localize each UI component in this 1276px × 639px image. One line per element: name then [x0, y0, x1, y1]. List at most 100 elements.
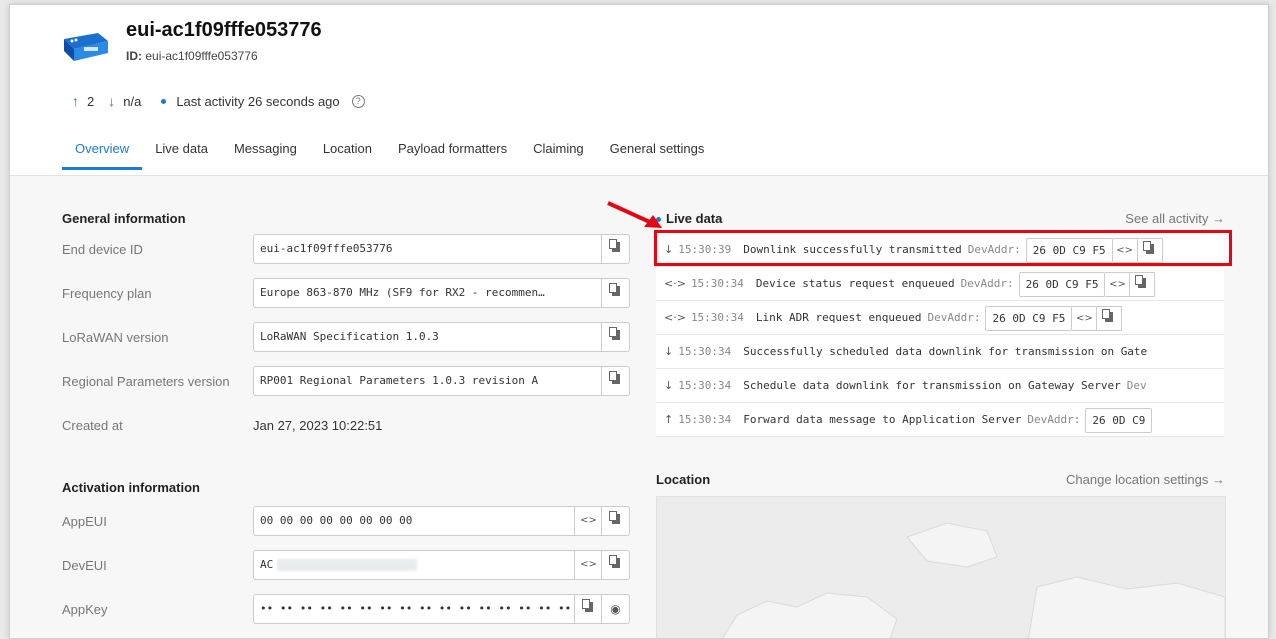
list-item[interactable]: ↑ 15:30:34 Forward data message to Applica… — [656, 403, 1224, 437]
event-message: Downlink successfully transmitted — [743, 243, 962, 256]
event-key: Dev — [1126, 379, 1147, 392]
appkey-value: •• •• •• •• •• •• •• •• •• •• •• •• •• •… — [260, 602, 572, 615]
event-key: DevAddr: — [1027, 413, 1081, 426]
list-item[interactable]: ↓ 15:30:34 Successfully scheduled data dow… — [656, 335, 1224, 369]
uplink-arrow-icon: ↑ — [664, 413, 674, 426]
end-device-id-value: eui-ac1f09fffe053776 — [260, 242, 393, 255]
app-window: eui-ac1f09fffe053776 ID: eui-ac1f09fffe0… — [9, 4, 1269, 639]
downlink-count: n/a — [123, 93, 142, 109]
regional-params-label: Regional Parameters version — [62, 374, 230, 389]
tab-live-data[interactable]: Live data — [142, 141, 221, 170]
end-device-id-field: eui-ac1f09fffe053776 — [253, 234, 630, 264]
downlink-arrow-icon: ↓ — [664, 379, 674, 392]
event-message: Forward data message to Application Serv… — [743, 413, 1022, 426]
copy-button[interactable] — [601, 551, 629, 579]
copy-button[interactable] — [601, 279, 629, 307]
appeui-label: AppEUI — [62, 514, 107, 529]
event-key: DevAddr: — [967, 243, 1021, 256]
devaddr-value: 26 0D C9 F5 — [1018, 271, 1106, 297]
downlink-arrow-icon: ↓ — [664, 345, 674, 358]
toggle-format-button[interactable]: <> — [574, 507, 602, 535]
frequency-plan-value: Europe 863-870 MHz (SF9 for RX2 - recomm… — [260, 286, 545, 299]
copy-icon — [1102, 308, 1114, 322]
copy-button[interactable] — [601, 367, 629, 395]
devaddr-value: 26 0D C9 F5 — [985, 305, 1073, 331]
location-map[interactable] — [656, 496, 1226, 638]
change-location-link[interactable]: Change location settings → — [1066, 472, 1225, 487]
event-message: Schedule data downlink for transmission … — [743, 379, 1121, 392]
activity-stats: ↑ 2 ↓ n/a Last activity 26 seconds ago ? — [72, 93, 365, 109]
created-at-label: Created at — [62, 418, 123, 433]
regional-params-field: RP001 Regional Parameters 1.0.3 revision… — [253, 366, 630, 396]
show-key-button[interactable]: ◉ — [601, 595, 629, 623]
copy-button[interactable] — [1097, 305, 1123, 331]
toggle-format-button[interactable]: <> — [1105, 271, 1131, 297]
list-item[interactable]: ↓ 15:30:34 Schedule data downlink for tran… — [656, 369, 1224, 403]
device-header: eui-ac1f09fffe053776 ID: eui-ac1f09fffe0… — [10, 5, 1268, 178]
copy-icon — [608, 511, 620, 524]
created-at-value: Jan 27, 2023 10:22:51 — [253, 418, 383, 433]
event-time: 15:30:34 — [678, 345, 732, 358]
device-id-label: ID: — [126, 49, 142, 63]
list-item[interactable]: ↓ 15:30:39 Downlink successfully transmitt… — [656, 233, 1224, 267]
page-title: eui-ac1f09fffe053776 — [126, 19, 322, 41]
downlink-arrow-icon: ↓ — [664, 243, 674, 256]
tab-messaging[interactable]: Messaging — [221, 141, 310, 170]
live-data-list: ↓ 15:30:39 Downlink successfully transmitt… — [656, 233, 1224, 437]
list-item[interactable]: <·> 15:30:34 Link ADR request enqueued DevA… — [656, 301, 1224, 335]
status-dot-icon — [161, 98, 167, 104]
tab-general-settings[interactable]: General settings — [597, 141, 718, 170]
event-time: 15:30:34 — [678, 413, 732, 426]
event-message: Link ADR request enqueued — [755, 311, 922, 324]
tab-location[interactable]: Location — [310, 141, 385, 170]
copy-icon — [581, 599, 593, 612]
help-icon[interactable]: ? — [351, 94, 365, 108]
list-item[interactable]: <·> 15:30:34 Device status request enqueue… — [656, 267, 1224, 301]
deveui-value: AC — [260, 558, 274, 571]
event-time: 15:30:34 — [678, 379, 732, 392]
eye-icon: ◉ — [610, 602, 621, 616]
deveui-field: AC <> — [253, 550, 630, 580]
event-key: DevAddr: — [927, 311, 981, 324]
toggle-format-button[interactable]: <> — [574, 551, 602, 579]
overview-content: General information End device ID eui-ac… — [10, 176, 1268, 638]
uplink-arrow-icon: ↑ — [72, 93, 79, 109]
copy-button[interactable] — [601, 235, 629, 263]
deveui-label: DevEUI — [62, 558, 107, 573]
event-time: 15:30:34 — [690, 277, 744, 290]
toggle-format-button[interactable]: <> — [1072, 305, 1098, 331]
copy-icon — [608, 283, 620, 296]
red-arrow-annotation — [607, 201, 662, 228]
tab-claiming[interactable]: Claiming — [520, 141, 597, 170]
event-message: Device status request enqueued — [755, 277, 955, 290]
tab-payload-formatters[interactable]: Payload formatters — [385, 141, 520, 170]
copy-button[interactable] — [601, 323, 629, 351]
lorawan-version-label: LoRaWAN version — [62, 330, 169, 345]
device-id-value: eui-ac1f09fffe053776 — [145, 49, 258, 63]
copy-icon — [608, 371, 620, 384]
world-map-outline — [722, 522, 1226, 638]
redaction-blur — [277, 559, 418, 571]
devaddr-value: 26 0D C9 — [1085, 407, 1153, 433]
activation-info-title: Activation information — [62, 480, 200, 495]
copy-icon — [608, 239, 620, 252]
mac-command-icon: <·> — [664, 311, 686, 324]
frequency-plan-field: Europe 863-870 MHz (SF9 for RX2 - recomm… — [253, 278, 630, 308]
frequency-plan-label: Frequency plan — [62, 286, 152, 301]
appeui-value: 00 00 00 00 00 00 00 00 — [260, 514, 413, 527]
device-tabs: Overview Live data Messaging Location Pa… — [62, 141, 717, 170]
copy-button[interactable] — [601, 507, 629, 535]
copy-button[interactable] — [1137, 237, 1163, 263]
live-data-title-text: Live data — [666, 211, 723, 226]
copy-button[interactable] — [1130, 271, 1156, 297]
last-activity-text: Last activity 26 seconds ago — [176, 93, 340, 109]
copy-button[interactable] — [574, 595, 602, 623]
toggle-format-button[interactable]: <> — [1112, 237, 1138, 263]
lorawan-version-value: LoRaWAN Specification 1.0.3 — [260, 330, 439, 343]
uplink-count: 2 — [87, 93, 95, 109]
tab-overview[interactable]: Overview — [62, 141, 143, 170]
copy-icon — [608, 327, 620, 340]
see-all-activity-link[interactable]: See all activity → — [1125, 211, 1225, 226]
device-id-line: ID: eui-ac1f09fffe053776 — [126, 49, 258, 63]
general-info-title: General information — [62, 211, 186, 226]
